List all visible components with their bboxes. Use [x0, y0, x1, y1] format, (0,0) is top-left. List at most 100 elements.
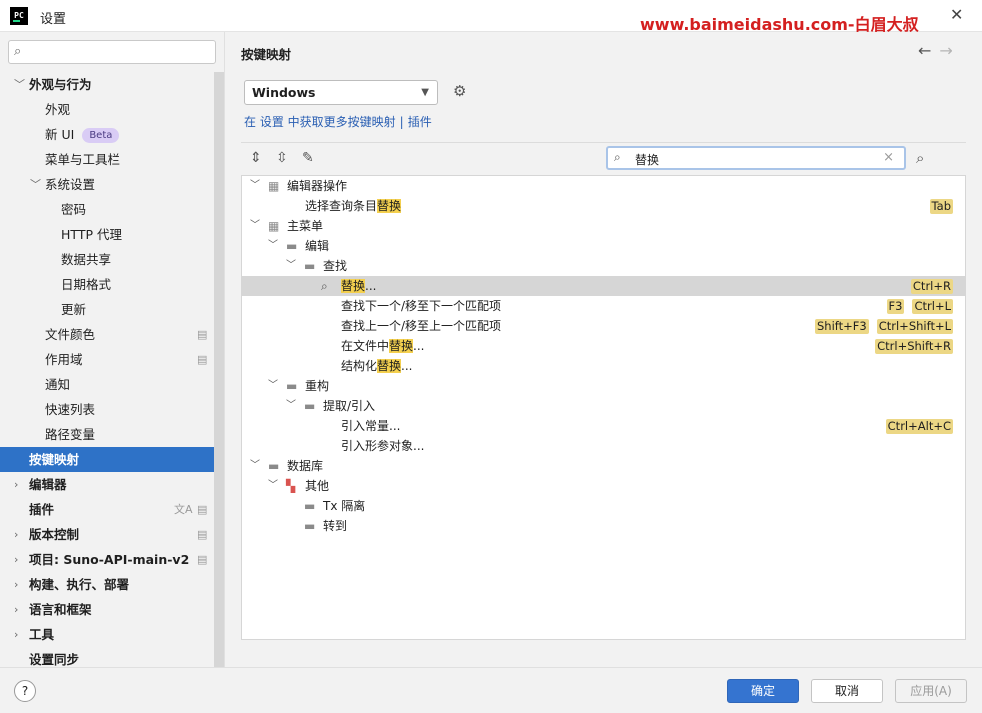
- keymap-search-input[interactable]: ⌕ 替换 ×: [606, 146, 906, 170]
- collapse-all-icon[interactable]: ⇳: [276, 150, 288, 166]
- plugins-link[interactable]: 插件: [408, 115, 432, 129]
- tree-row-database[interactable]: ﹀ ▬ 数据库: [242, 456, 965, 476]
- project-settings-icon: ▤: [197, 328, 208, 341]
- folder-icon: ▬: [304, 399, 316, 413]
- sidebar-item-menus-toolbars[interactable]: 菜单与工具栏: [0, 147, 214, 172]
- folder-icon: ▬: [286, 239, 298, 253]
- tree-row-select-query-replace[interactable]: 选择查询条目替换 Tab: [242, 196, 965, 216]
- sidebar-item-appearance-behavior[interactable]: ﹀ 外观与行为: [0, 72, 214, 97]
- tree-row-structural-replace[interactable]: 结构化替换...: [242, 356, 965, 376]
- chevron-right-icon[interactable]: ›: [14, 597, 26, 622]
- tree-row-find-previous[interactable]: 查找上一个/移至上一个匹配项 Shift+F3 Ctrl+Shift+L: [242, 316, 965, 336]
- cancel-button[interactable]: 取消: [811, 679, 883, 703]
- apply-button[interactable]: 应用(A): [895, 679, 967, 703]
- sidebar-item-file-colors[interactable]: 文件颜色 ▤: [0, 322, 214, 347]
- chevron-right-icon[interactable]: ›: [14, 472, 26, 497]
- sidebar-item-passwords[interactable]: 密码: [0, 197, 214, 222]
- shortcut-badge: Ctrl+Alt+C: [885, 419, 953, 434]
- sidebar-item-system-settings[interactable]: ﹀ 系统设置: [0, 172, 214, 197]
- chevron-right-icon[interactable]: ›: [14, 572, 26, 597]
- sidebar-item-data-sharing[interactable]: 数据共享: [0, 247, 214, 272]
- gear-icon[interactable]: ⚙: [453, 82, 466, 100]
- sidebar-item-updates[interactable]: 更新: [0, 297, 214, 322]
- sidebar-item-keymap[interactable]: 按键映射: [0, 447, 224, 472]
- sidebar-item-editor[interactable]: › 编辑器: [0, 472, 214, 497]
- shortcut-badge: Ctrl+Shift+R: [875, 339, 953, 354]
- chevron-down-icon[interactable]: ﹀: [268, 376, 280, 396]
- project-settings-icon: ▤: [197, 353, 208, 366]
- main-menu-icon: ▦: [268, 219, 280, 233]
- tree-row-introduce-parameter-object[interactable]: 引入形参对象...: [242, 436, 965, 456]
- sidebar-item-appearance[interactable]: 外观: [0, 97, 214, 122]
- translate-icon: 文A: [174, 503, 193, 516]
- expand-all-icon[interactable]: ⇕: [250, 150, 262, 166]
- get-more-keymaps-link[interactable]: 在 设置 中获取更多按键映射: [244, 115, 396, 129]
- history-nav: ← →: [918, 41, 953, 60]
- tree-row-tx-isolation[interactable]: ▬ Tx 隔离: [242, 496, 965, 516]
- sidebar-item-quick-lists[interactable]: 快速列表: [0, 397, 214, 422]
- tree-row-editor-actions[interactable]: ﹀ ▦ 编辑器操作: [242, 176, 965, 196]
- back-arrow-icon[interactable]: ←: [918, 41, 931, 60]
- keymap-panel: 按键映射 ← → Windows ▼ ⚙ 在 设置 中获取更多按键映射 | 插件 ⇕ …: [226, 32, 982, 667]
- edit-pencil-icon[interactable]: ✎: [302, 150, 314, 166]
- sidebar-item-project[interactable]: › 项目: Suno-API-main-v2 ▤: [0, 547, 214, 572]
- sidebar-item-build-execution-deployment[interactable]: › 构建、执行、部署: [0, 572, 214, 597]
- search-icon: ⌕: [14, 44, 22, 59]
- sidebar-item-date-formats[interactable]: 日期格式: [0, 272, 214, 297]
- chevron-right-icon[interactable]: ›: [14, 622, 26, 647]
- chevron-right-icon[interactable]: ›: [14, 522, 26, 547]
- tree-row-replace-in-files[interactable]: 在文件中替换... Ctrl+Shift+R: [242, 336, 965, 356]
- tree-row-extract-introduce[interactable]: ﹀ ▬ 提取/引入: [242, 396, 965, 416]
- ok-button[interactable]: 确定: [727, 679, 799, 703]
- help-button[interactable]: ?: [14, 680, 36, 702]
- tree-row-find[interactable]: ﹀ ▬ 查找: [242, 256, 965, 276]
- tree-row-introduce-constant[interactable]: 引入常量... Ctrl+Alt+C: [242, 416, 965, 436]
- sidebar-scrollbar[interactable]: [214, 72, 224, 667]
- window-title: 设置: [40, 12, 67, 27]
- project-settings-icon: ▤: [197, 503, 208, 516]
- tree-row-goto[interactable]: ▬ 转到: [242, 516, 965, 536]
- chevron-down-icon[interactable]: ﹀: [286, 256, 298, 276]
- search-icon: ⌕: [614, 150, 621, 164]
- sidebar-item-tools[interactable]: › 工具: [0, 622, 214, 647]
- shortcut-badge: F3: [886, 299, 905, 314]
- chevron-down-icon[interactable]: ﹀: [268, 476, 280, 496]
- folder-icon: ▬: [304, 519, 316, 533]
- sidebar-item-plugins[interactable]: 插件 文A ▤: [0, 497, 214, 522]
- sidebar-item-scopes[interactable]: 作用域 ▤: [0, 347, 214, 372]
- tree-row-find-next[interactable]: 查找下一个/移至下一个匹配项 F3 Ctrl+L: [242, 296, 965, 316]
- chevron-down-icon[interactable]: ﹀: [250, 176, 262, 196]
- tree-row-refactor[interactable]: ﹀ ▬ 重构: [242, 376, 965, 396]
- folder-icon: ▬: [304, 259, 316, 273]
- sidebar-item-http-proxy[interactable]: HTTP 代理: [0, 222, 214, 247]
- keymap-select[interactable]: Windows ▼: [244, 80, 438, 105]
- shortcut-badge: Ctrl+R: [910, 279, 953, 294]
- close-icon[interactable]: ✕: [950, 5, 963, 24]
- chevron-down-icon[interactable]: ﹀: [286, 396, 298, 416]
- sidebar-item-languages-frameworks[interactable]: › 语言和框架: [0, 597, 214, 622]
- sidebar-item-settings-sync[interactable]: 设置同步: [0, 647, 214, 667]
- chevron-down-icon[interactable]: ﹀: [268, 236, 280, 256]
- clear-icon[interactable]: ×: [883, 150, 894, 165]
- find-by-shortcut-icon[interactable]: ⌕: [916, 149, 924, 167]
- settings-search-input[interactable]: ⌕: [8, 40, 216, 64]
- sidebar-item-new-ui[interactable]: 新 UI Beta: [0, 122, 214, 147]
- tree-row-other[interactable]: ﹀ ▚ 其他: [242, 476, 965, 496]
- tree-row-main-menu[interactable]: ﹀ ▦ 主菜单: [242, 216, 965, 236]
- sidebar-item-path-variables[interactable]: 路径变量: [0, 422, 214, 447]
- sidebar-item-notifications[interactable]: 通知: [0, 372, 214, 397]
- chevron-down-icon[interactable]: ﹀: [30, 172, 42, 197]
- chevron-down-icon[interactable]: ﹀: [250, 216, 262, 236]
- chevron-down-icon[interactable]: ﹀: [250, 456, 262, 476]
- chevron-right-icon[interactable]: ›: [14, 547, 26, 572]
- sidebar-item-version-control[interactable]: › 版本控制 ▤: [0, 522, 214, 547]
- keymap-actions-tree: ﹀ ▦ 编辑器操作 选择查询条目替换 Tab ﹀ ▦ 主菜单 ﹀ ▬ 编辑 ﹀ …: [241, 175, 966, 640]
- chevron-down-icon[interactable]: ﹀: [14, 72, 26, 97]
- tree-row-edit[interactable]: ﹀ ▬ 编辑: [242, 236, 965, 256]
- tree-row-replace[interactable]: ⌕ 替换... Ctrl+R: [242, 276, 965, 296]
- settings-sidebar: ⌕ ﹀ 外观与行为 外观 新 UI Beta 菜单与工具栏 ﹀ 系统设置 密码 H…: [0, 32, 225, 667]
- page-title: 按键映射: [241, 47, 292, 62]
- pycharm-logo-icon: PC: [10, 7, 28, 25]
- shortcut-badge: Ctrl+L: [912, 299, 953, 314]
- forward-arrow-icon[interactable]: →: [939, 41, 952, 60]
